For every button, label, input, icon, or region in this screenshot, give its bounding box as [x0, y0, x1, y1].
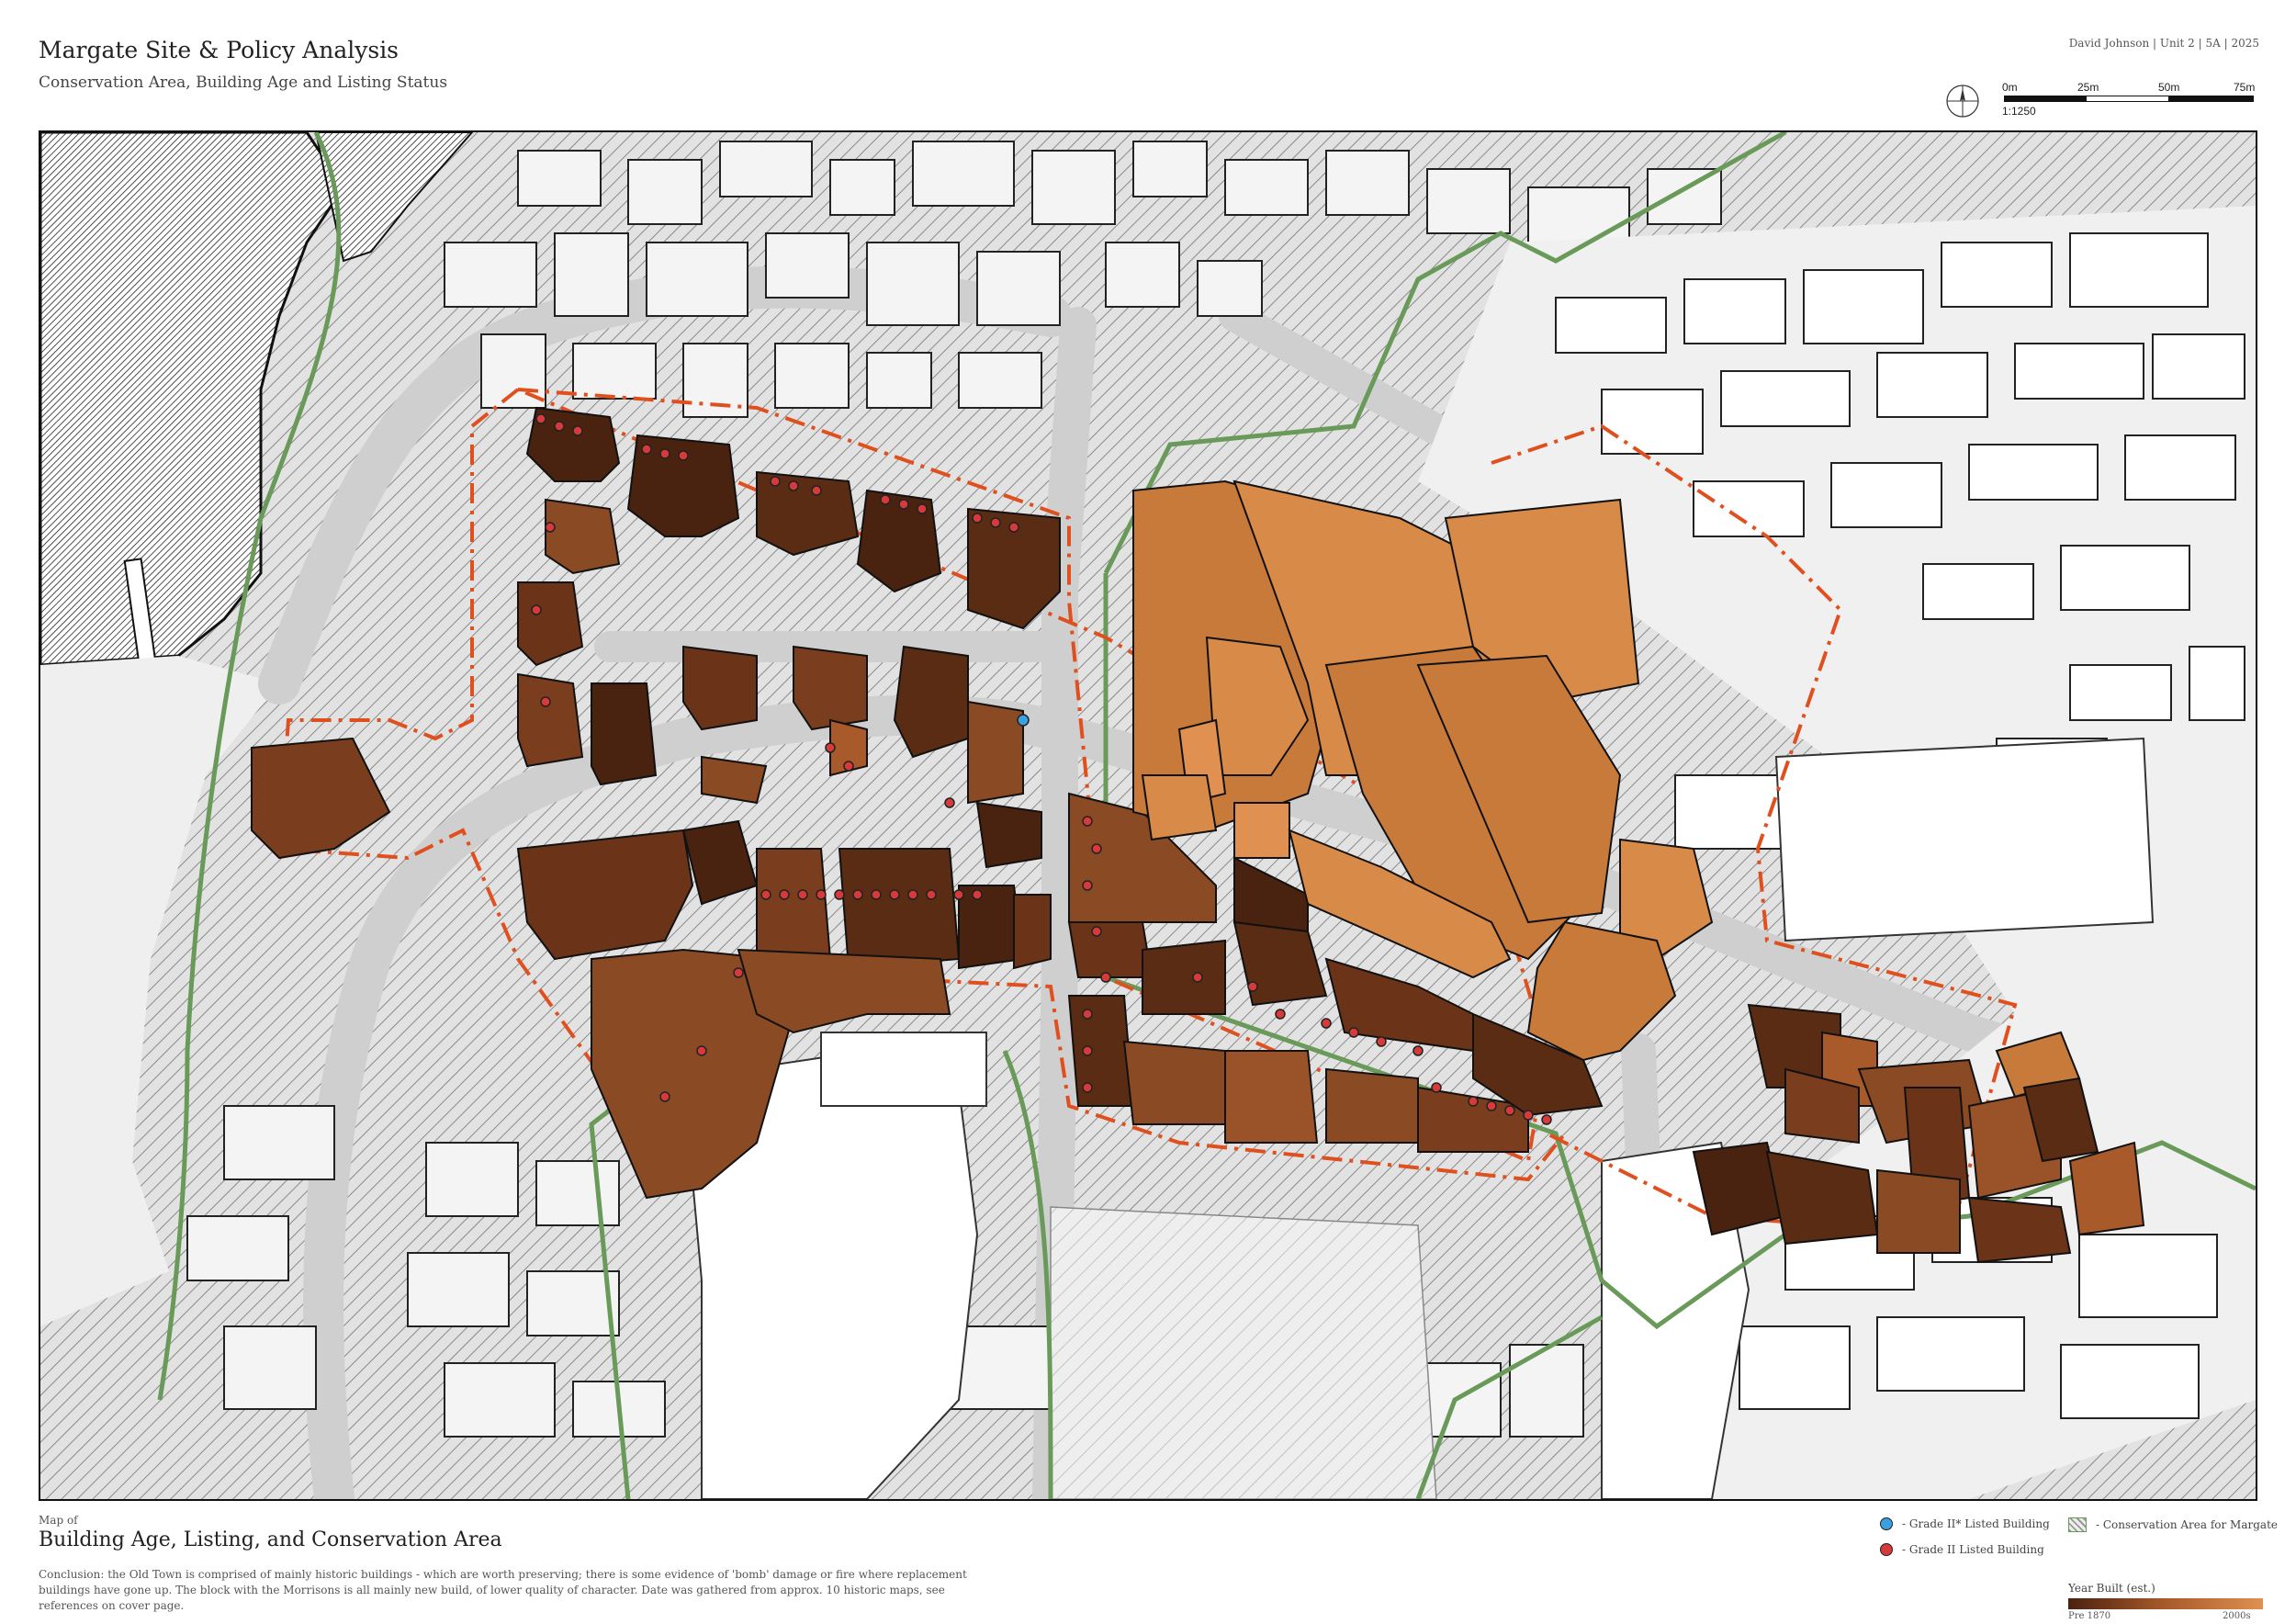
legend-conservation: - Conservation Area for Margate	[2068, 1517, 2278, 1532]
scale-tick-50: 50m	[2158, 81, 2180, 94]
legend-year-built-label: Year Built (est.)	[2068, 1582, 2155, 1595]
legend-grade-ii: - Grade II Listed Building	[1880, 1543, 2044, 1556]
page-title: Margate Site & Policy Analysis	[39, 37, 400, 63]
legend-year-gradient	[2068, 1598, 2263, 1609]
scale-bar: 0m 25m 50m 75m 1:1250	[2002, 81, 2268, 127]
legend-year-max: 2000s	[2223, 1611, 2251, 1621]
legend-grade-ii-star: - Grade II* Listed Building	[1880, 1517, 2050, 1530]
legend-conservation-label: - Conservation Area for Margate	[2096, 1518, 2278, 1531]
grade-ii-star-marker	[1017, 714, 1030, 727]
scale-tick-25: 25m	[2077, 81, 2099, 94]
page-subtitle: Conservation Area, Building Age and List…	[39, 73, 448, 92]
north-arrow-icon	[1946, 85, 1979, 118]
scale-tick-0: 0m	[2002, 81, 2018, 94]
red-dot-icon	[1880, 1543, 1893, 1556]
map-heading: Building Age, Listing, and Conservation …	[39, 1528, 502, 1551]
author-line: David Johnson | Unit 2 | 5A | 2025	[2068, 37, 2259, 50]
legend-grade-ii-star-label: - Grade II* Listed Building	[1902, 1517, 2050, 1530]
map-canvas	[39, 130, 2257, 1501]
blue-dot-icon	[1880, 1517, 1893, 1530]
legend-year-min: Pre 1870	[2068, 1611, 2111, 1621]
conclusion-text: Conclusion: the Old Town is comprised of…	[39, 1568, 967, 1612]
legend-grade-ii-label: - Grade II Listed Building	[1902, 1543, 2044, 1556]
scale-bar-graphic	[2004, 96, 2254, 102]
hatch-swatch-icon	[2068, 1517, 2087, 1532]
new-build-block-south-2	[820, 1032, 987, 1107]
scale-tick-75: 75m	[2234, 81, 2256, 94]
map-of-label: Map of	[39, 1514, 78, 1527]
public-square	[1050, 1206, 1437, 1499]
car-park-building	[1774, 737, 2155, 942]
scale-ratio: 1:1250	[2002, 105, 2036, 118]
